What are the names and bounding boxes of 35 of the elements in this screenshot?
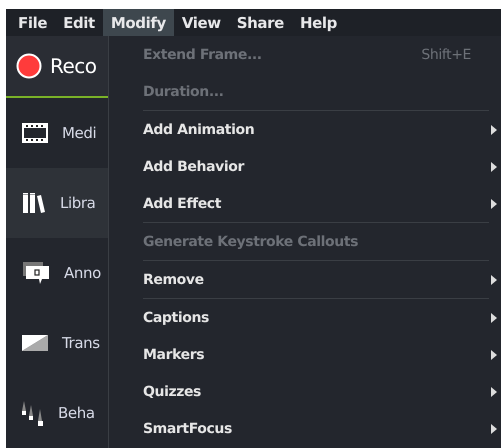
submenu-arrow-icon [491, 124, 497, 134]
sidebar-item[interactable]: Anno [6, 238, 108, 308]
sidebar-item[interactable]: Beha [6, 378, 108, 448]
menu-bar-item[interactable]: Modify [102, 9, 174, 36]
menu-bar-item[interactable]: File [10, 9, 56, 36]
speech-bubble-icon [22, 261, 50, 285]
sidebar-item[interactable]: Medi [6, 98, 108, 168]
menu-bar-item[interactable]: Share [228, 9, 292, 36]
submenu-arrow-icon [491, 162, 497, 172]
submenu-arrow-icon [491, 312, 497, 322]
record-icon [16, 53, 42, 79]
record-button[interactable]: Reco [6, 53, 97, 79]
sidebar-item[interactable]: Trans [6, 308, 108, 378]
menu-item[interactable]: Remove [143, 261, 501, 298]
submenu-arrow-icon [491, 424, 497, 434]
film-icon [22, 123, 48, 143]
menu-item[interactable]: Add Effect [143, 185, 501, 222]
submenu-arrow-icon [491, 274, 497, 284]
books-icon [22, 192, 46, 214]
menu-item[interactable]: Add Behavior [143, 148, 501, 185]
sidebar-item[interactable]: Libra [6, 168, 108, 238]
menu-bar-item[interactable]: Edit [55, 9, 103, 36]
shortcut-text: Shift+E [421, 46, 471, 62]
menu-item[interactable]: Captions [143, 299, 501, 336]
menu-bar-item[interactable]: Help [292, 9, 345, 36]
menu-item[interactable]: Quizzes [143, 373, 501, 410]
submenu-arrow-icon [491, 198, 497, 208]
submenu-arrow-icon [491, 350, 497, 360]
behaviors-icon [22, 399, 44, 427]
submenu-arrow-icon [491, 386, 497, 396]
menu-bar-item[interactable]: View [174, 9, 229, 36]
menu-item[interactable]: Markers [143, 336, 501, 373]
transition-icon [22, 335, 48, 351]
menu-item[interactable]: SmartFocus [143, 410, 501, 447]
menu-item[interactable]: Add Animation [143, 111, 501, 148]
